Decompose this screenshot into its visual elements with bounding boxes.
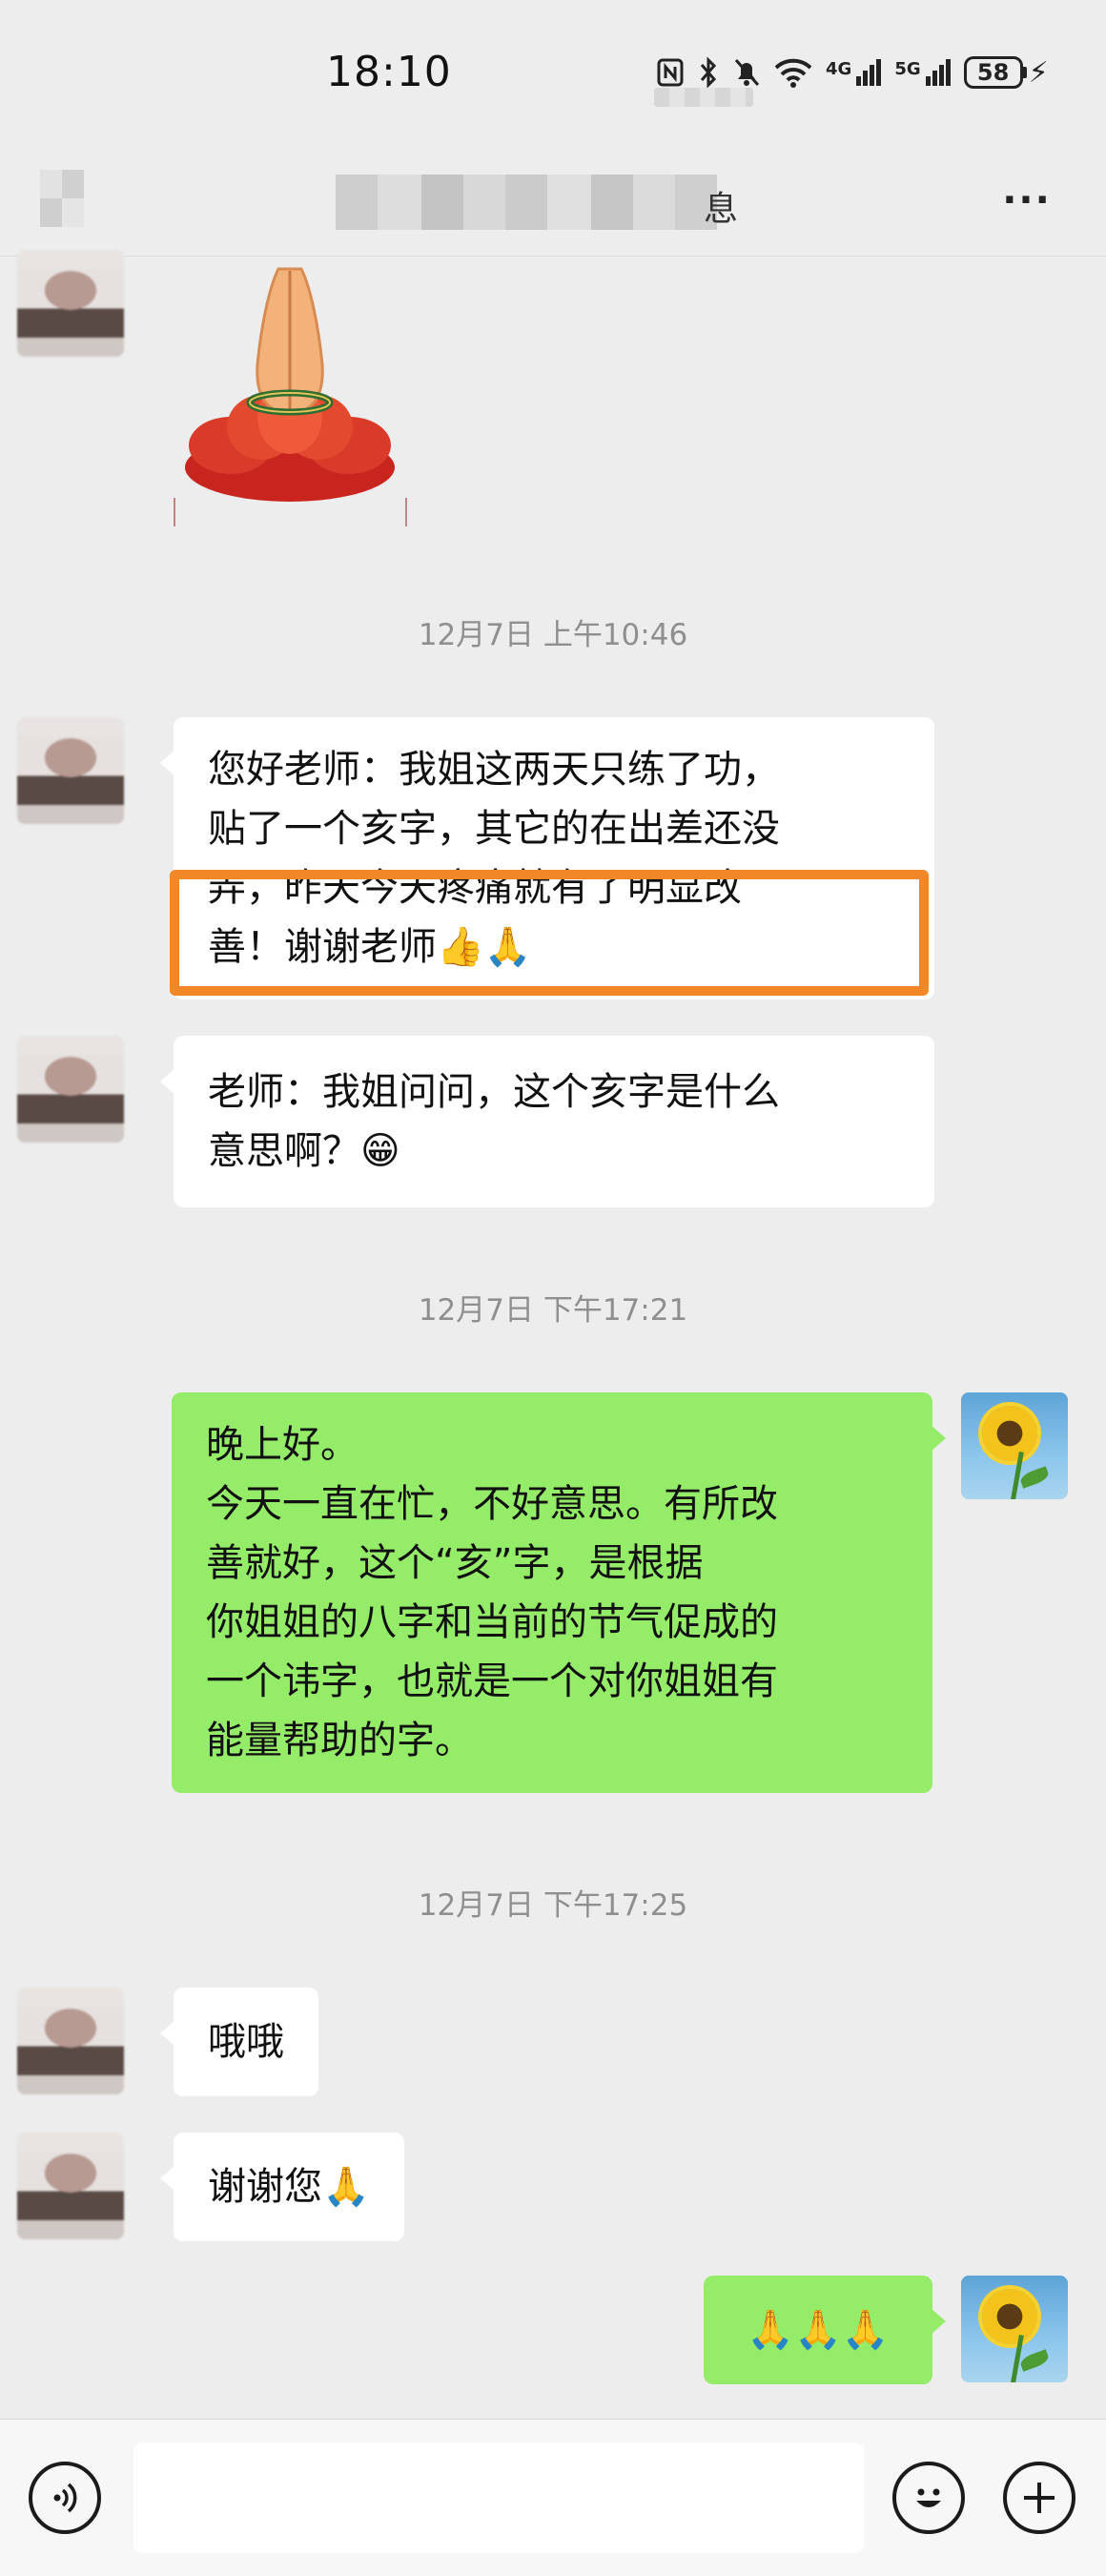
message-line: 晚上好。 — [206, 1423, 358, 1467]
my-avatar[interactable] — [961, 1392, 1068, 1499]
battery-level: 58 — [976, 59, 1010, 86]
timestamp: 12月7日 下午17:21 — [418, 1293, 688, 1328]
signal-4g-icon: 4G — [826, 59, 882, 86]
timestamp: 12月7日 上午10:46 — [418, 618, 688, 652]
message-line: 贴了一个亥字，其它的在出差还没 — [208, 807, 780, 851]
mute-bell-icon — [732, 56, 761, 89]
bluetooth-icon — [698, 56, 719, 89]
network-label-5g: 5G — [894, 59, 921, 79]
message-text-input[interactable] — [133, 2442, 864, 2553]
message-line: 哦哦 — [208, 2020, 284, 2064]
message-line: 老师：我姐问问，这个亥字是什么 — [208, 1070, 780, 1114]
praying-hands-lotus-sticker[interactable] — [174, 250, 407, 526]
status-time: 18:10 — [326, 48, 452, 96]
message-input-bar — [0, 2419, 1106, 2576]
voice-icon — [53, 2483, 77, 2513]
status-bar: 18:10 4G 5G 58 ⚡ — [0, 0, 1106, 143]
chat-header: 息 ··· — [0, 143, 1106, 257]
message-bubble-incoming[interactable]: 谢谢您🙏 — [160, 2133, 404, 2241]
message-line: 意思啊？😁 — [208, 1129, 400, 1173]
wifi-icon — [774, 57, 812, 88]
message-line: 今天一直在忙，不好意思。有所改 — [206, 1482, 778, 1526]
back-button[interactable] — [40, 170, 84, 227]
contact-avatar[interactable] — [17, 2133, 124, 2239]
emoji-icon — [916, 2488, 941, 2507]
message-bubble-outgoing[interactable]: 晚上好。 今天一直在忙，不好意思。有所改 善就好，这个“亥”字，是根据 你姐姐的… — [172, 1392, 946, 1793]
message-bubble-incoming[interactable]: 哦哦 — [160, 1988, 318, 2096]
plus-button[interactable] — [1003, 2462, 1075, 2534]
message-bubble-incoming[interactable]: 老师：我姐问问，这个亥字是什么 意思啊？😁 — [160, 1036, 934, 1207]
timestamp: 12月7日 下午17:25 — [418, 1888, 688, 1923]
contact-name-blurred — [336, 175, 717, 230]
contact-avatar[interactable] — [17, 1988, 124, 2094]
message-line: 您好老师：我姐这两天只练了功， — [208, 748, 780, 792]
message-line: 🙏🙏🙏 — [747, 2308, 890, 2352]
message-line: 谢谢您🙏 — [208, 2165, 370, 2209]
plus-icon — [1024, 2483, 1055, 2513]
nfc-icon — [656, 57, 685, 88]
message-line: 能量帮助的字。 — [206, 1719, 473, 1762]
charging-icon: ⚡ — [1028, 55, 1049, 90]
message-bubble-outgoing[interactable]: 🙏🙏🙏 — [704, 2276, 946, 2384]
message-line: 你姐姐的八字和当前的节气促成的 — [206, 1600, 778, 1644]
more-options-button[interactable]: ··· — [995, 172, 1058, 229]
emoji-button[interactable] — [892, 2462, 965, 2534]
contact-avatar[interactable] — [17, 717, 124, 824]
blurred-region — [654, 88, 753, 107]
battery-icon: 58 ⚡ — [963, 55, 1049, 90]
message-line: 一个讳字，也就是一个对你姐姐有 — [206, 1659, 778, 1703]
chat-title: 息 — [704, 190, 739, 229]
network-label-4g: 4G — [826, 59, 852, 79]
contact-avatar[interactable] — [17, 1036, 124, 1143]
message-line: 善就好，这个“亥”字，是根据 — [206, 1541, 704, 1585]
voice-button[interactable] — [29, 2462, 101, 2534]
highlight-annotation-box — [170, 870, 929, 996]
contact-avatar[interactable] — [17, 250, 124, 357]
signal-5g-icon: 5G — [894, 59, 951, 86]
my-avatar[interactable] — [961, 2276, 1068, 2382]
